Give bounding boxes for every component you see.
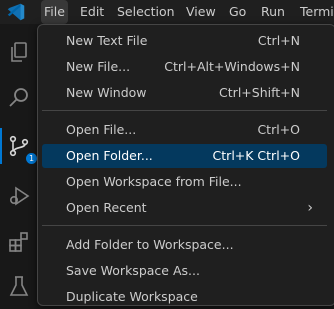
source-control-badge: 1 <box>26 153 37 164</box>
menu-edit[interactable]: Edit <box>77 0 107 24</box>
menu-item-label: Duplicate Workspace <box>66 289 198 304</box>
menu-item-shortcut: Ctrl+N <box>257 33 300 48</box>
activity-bar: 1 <box>0 24 37 298</box>
menu-file[interactable]: File <box>41 0 68 24</box>
menu-item-label: Open Recent <box>66 200 147 215</box>
menu-view[interactable]: View <box>183 0 219 24</box>
menu-item-shortcut: Ctrl+Shift+N <box>219 85 300 100</box>
menu-item-label: New Text File <box>66 33 148 48</box>
menu-item-shortcut: Ctrl+Alt+Windows+N <box>164 59 300 74</box>
extensions-icon[interactable] <box>7 230 31 254</box>
title-bar: File Edit Selection View Go Run Termi <box>0 0 334 24</box>
menu-item-new-file[interactable]: New File... Ctrl+Alt+Windows+N <box>42 55 327 79</box>
menu-separator <box>42 110 327 111</box>
testing-icon[interactable] <box>7 274 31 298</box>
menu-item-label: New Window <box>66 85 147 100</box>
menu-item-label: Add Folder to Workspace... <box>66 237 234 252</box>
menu-item-open-file[interactable]: Open File... Ctrl+O <box>42 118 327 142</box>
menu-separator <box>42 225 327 226</box>
menu-item-new-window[interactable]: New Window Ctrl+Shift+N <box>42 81 327 105</box>
menu-go[interactable]: Go <box>226 0 249 24</box>
menu-item-shortcut: Ctrl+K Ctrl+O <box>212 148 300 163</box>
active-indicator <box>0 128 2 164</box>
menu-item-label: Open Folder... <box>66 148 153 163</box>
menu-item-open-workspace-from-file[interactable]: Open Workspace from File... <box>42 170 327 194</box>
menu-item-save-workspace-as[interactable]: Save Workspace As... <box>42 259 327 283</box>
search-icon[interactable] <box>7 86 31 110</box>
explorer-icon[interactable] <box>7 40 31 64</box>
menu-item-label: New File... <box>66 59 131 74</box>
file-menu: New Text File Ctrl+N New File... Ctrl+Al… <box>37 24 334 306</box>
menu-run[interactable]: Run <box>258 0 288 24</box>
menu-item-add-folder-to-workspace[interactable]: Add Folder to Workspace... <box>42 233 327 257</box>
menu-item-label: Open File... <box>66 122 137 137</box>
menu-item-duplicate-workspace[interactable]: Duplicate Workspace <box>42 285 327 309</box>
menu-item-open-folder[interactable]: Open Folder... Ctrl+K Ctrl+O <box>42 144 327 168</box>
chevron-right-icon: › <box>307 200 313 216</box>
run-debug-icon[interactable] <box>7 184 31 208</box>
menu-item-shortcut: Ctrl+O <box>257 122 300 137</box>
vscode-logo-icon[interactable] <box>5 1 27 23</box>
menu-item-label: Open Workspace from File... <box>66 174 242 189</box>
menu-item-label: Save Workspace As... <box>66 263 200 278</box>
menu-item-new-text-file[interactable]: New Text File Ctrl+N <box>42 29 327 53</box>
menu-selection[interactable]: Selection <box>114 0 178 24</box>
menu-terminal[interactable]: Termi <box>297 0 334 24</box>
menu-item-open-recent[interactable]: Open Recent › <box>42 196 327 220</box>
